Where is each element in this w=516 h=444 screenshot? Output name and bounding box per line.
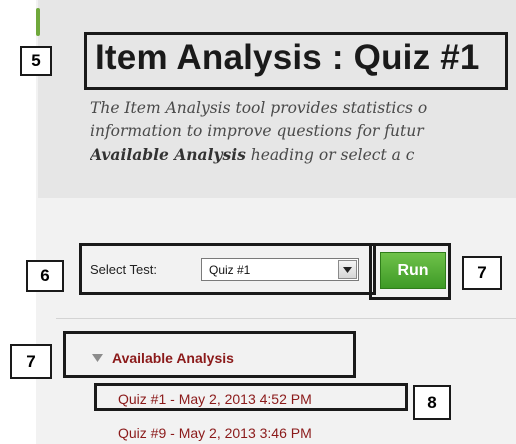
- page-description: The Item Analysis tool provides statisti…: [90, 97, 516, 167]
- select-test-value: Quiz #1: [209, 263, 251, 277]
- select-test-dropdown[interactable]: Quiz #1: [201, 258, 359, 281]
- callout-6: 6: [26, 260, 64, 292]
- description-bold: Available Analysis: [90, 145, 246, 164]
- description-line-3: Available Analysis heading or select a c: [90, 143, 516, 167]
- chevron-down-icon[interactable]: [338, 260, 357, 279]
- select-test-label: Select Test:: [90, 262, 157, 277]
- callout-5: 5: [20, 46, 52, 76]
- accent-bar: [36, 8, 40, 36]
- description-line-2: information to improve questions for fut…: [90, 122, 424, 140]
- callout-8: 8: [413, 385, 451, 420]
- page-title: Item Analysis : Quiz #1: [95, 38, 480, 77]
- callout-7-run: 7: [462, 256, 502, 290]
- analysis-link-quiz-1[interactable]: Quiz #1 - May 2, 2013 4:52 PM: [118, 391, 312, 407]
- screenshot-canvas: Item Analysis : Quiz #1 5 The Item Analy…: [0, 0, 516, 444]
- description-tail: heading or select a c: [245, 146, 415, 164]
- section-divider: [56, 318, 516, 319]
- run-button[interactable]: Run: [380, 252, 446, 289]
- description-line-1: The Item Analysis tool provides statisti…: [90, 99, 428, 117]
- analysis-link-quiz-9[interactable]: Quiz #9 - May 2, 2013 3:46 PM: [118, 425, 312, 441]
- triangle-down-icon: [92, 354, 103, 362]
- available-analysis-toggle[interactable]: Available Analysis: [92, 350, 234, 366]
- available-analysis-heading: Available Analysis: [112, 350, 234, 366]
- callout-7-analysis: 7: [10, 344, 52, 379]
